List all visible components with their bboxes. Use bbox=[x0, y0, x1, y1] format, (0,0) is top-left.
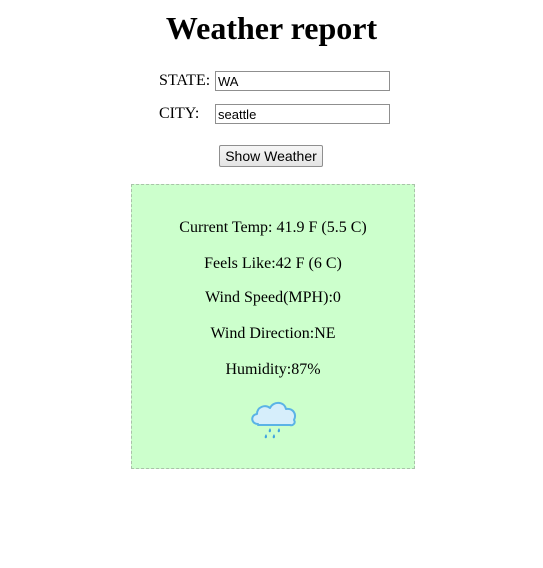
state-label: STATE: bbox=[159, 72, 211, 89]
wind-speed-text: Wind Speed(MPH):0 bbox=[205, 289, 341, 306]
wind-direction-text: Wind Direction:NE bbox=[210, 325, 336, 342]
humidity-text: Humidity:87% bbox=[225, 361, 321, 378]
weather-report-panel: Current Temp: 41.9 F (5.5 C) Feels Like:… bbox=[131, 184, 415, 469]
show-weather-button[interactable]: Show Weather bbox=[219, 145, 323, 167]
city-row: CITY: bbox=[159, 103, 390, 125]
feels-like-text: Feels Like:42 F (6 C) bbox=[204, 255, 342, 272]
state-row: STATE: bbox=[159, 70, 390, 92]
state-input[interactable] bbox=[215, 71, 390, 91]
page-title: Weather report bbox=[165, 10, 378, 46]
city-label: CITY: bbox=[159, 105, 200, 122]
rain-cloud-icon bbox=[251, 401, 296, 439]
city-input[interactable] bbox=[215, 104, 390, 124]
current-temp-text: Current Temp: 41.9 F (5.5 C) bbox=[179, 219, 367, 236]
